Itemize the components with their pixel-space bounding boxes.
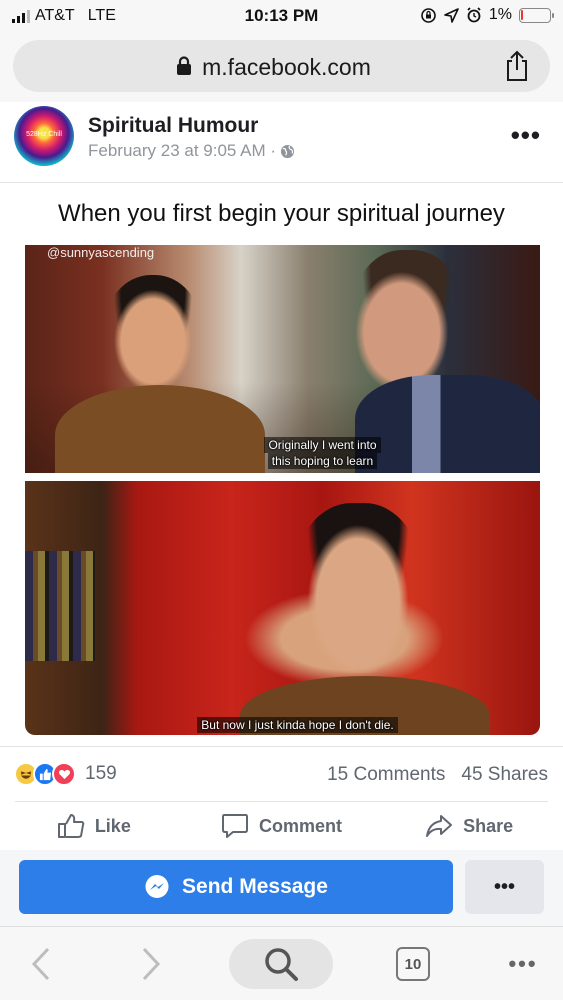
like-button[interactable]: Like — [0, 802, 188, 850]
love-reaction-icon — [52, 762, 76, 786]
reaction-summary[interactable]: 159 — [14, 762, 117, 786]
send-message-button[interactable]: Send Message — [19, 860, 453, 914]
send-message-label: Send Message — [182, 875, 328, 898]
status-bar: AT&T LTE 10:13 PM 1% — [0, 0, 563, 32]
post-meta: February 23 at 9:05 AM · — [88, 141, 295, 161]
caption-top-line2: this hoping to learn — [267, 453, 378, 469]
shares-count-link[interactable]: 45 Shares — [461, 764, 548, 786]
comment-button[interactable]: Comment — [188, 802, 376, 850]
back-button[interactable] — [24, 939, 58, 989]
engagement-counts: 15 Comments 45 Shares — [327, 764, 548, 786]
chevron-left-icon — [31, 947, 50, 981]
share-button[interactable]: Share — [375, 802, 563, 850]
bookshelf — [25, 551, 95, 661]
thumbs-up-icon — [57, 814, 85, 838]
screen-lock-icon — [421, 7, 436, 23]
avatar-text: 528Hz Chill — [26, 131, 62, 138]
share-arrow-icon — [426, 815, 453, 837]
battery-percent: 1% — [488, 6, 512, 23]
status-right: 1% — [420, 6, 554, 24]
messenger-icon — [145, 875, 169, 898]
caption-top: Originally I went into this hoping to le… — [25, 437, 540, 469]
search-button[interactable] — [229, 939, 333, 989]
post-timestamp[interactable]: February 23 at 9:05 AM · — [88, 141, 276, 161]
post-options-button[interactable]: ••• — [511, 120, 541, 151]
caption-top-line1: Originally I went into — [264, 437, 381, 453]
page-avatar[interactable]: 528Hz Chill — [14, 106, 74, 166]
location-icon — [444, 7, 459, 23]
meme-panel-top[interactable]: @sunnyascending Originally I went into t… — [25, 245, 540, 473]
caption-bottom: But now I just kinda hope I don't die. — [25, 717, 540, 733]
person-center — [293, 503, 423, 673]
chevron-right-icon — [142, 947, 161, 981]
more-options-button[interactable]: ••• — [465, 860, 544, 914]
header-divider — [0, 182, 563, 183]
share-label: Share — [463, 815, 514, 836]
page-name-link[interactable]: Spiritual Humour — [88, 114, 258, 138]
watermark: @sunnyascending — [47, 245, 155, 260]
battery-icon — [519, 7, 554, 23]
browser-menu-button[interactable]: ••• — [500, 939, 546, 989]
image-divider — [0, 746, 563, 747]
share-icon[interactable] — [504, 50, 530, 82]
forward-button[interactable] — [134, 939, 168, 989]
comment-label: Comment — [259, 815, 343, 836]
post-header: 528Hz Chill Spiritual Humour February 23… — [0, 102, 563, 182]
address-bar[interactable]: m.facebook.com — [13, 40, 550, 92]
message-bar: Send Message ••• — [0, 850, 563, 926]
comment-icon — [222, 814, 248, 838]
like-label: Like — [94, 815, 131, 836]
search-icon — [265, 948, 298, 981]
alarm-icon — [467, 7, 481, 23]
globe-icon — [280, 144, 295, 158]
reaction-count: 159 — [85, 763, 117, 784]
post-actions: Like Comment Share — [0, 802, 563, 850]
tabs-button[interactable]: 10 — [396, 947, 430, 981]
browser-toolbar: 10 ••• — [0, 926, 563, 1000]
comments-count-link[interactable]: 15 Comments — [327, 764, 445, 786]
person-left — [103, 275, 203, 395]
caption-bottom-text: But now I just kinda hope I don't die. — [197, 717, 398, 733]
meme-panel-bottom[interactable]: But now I just kinda hope I don't die. — [25, 481, 540, 735]
url-text: m.facebook.com — [202, 54, 371, 80]
browser-address-area: m.facebook.com — [0, 32, 563, 102]
meme-title: When you first begin your spiritual jour… — [58, 200, 505, 227]
